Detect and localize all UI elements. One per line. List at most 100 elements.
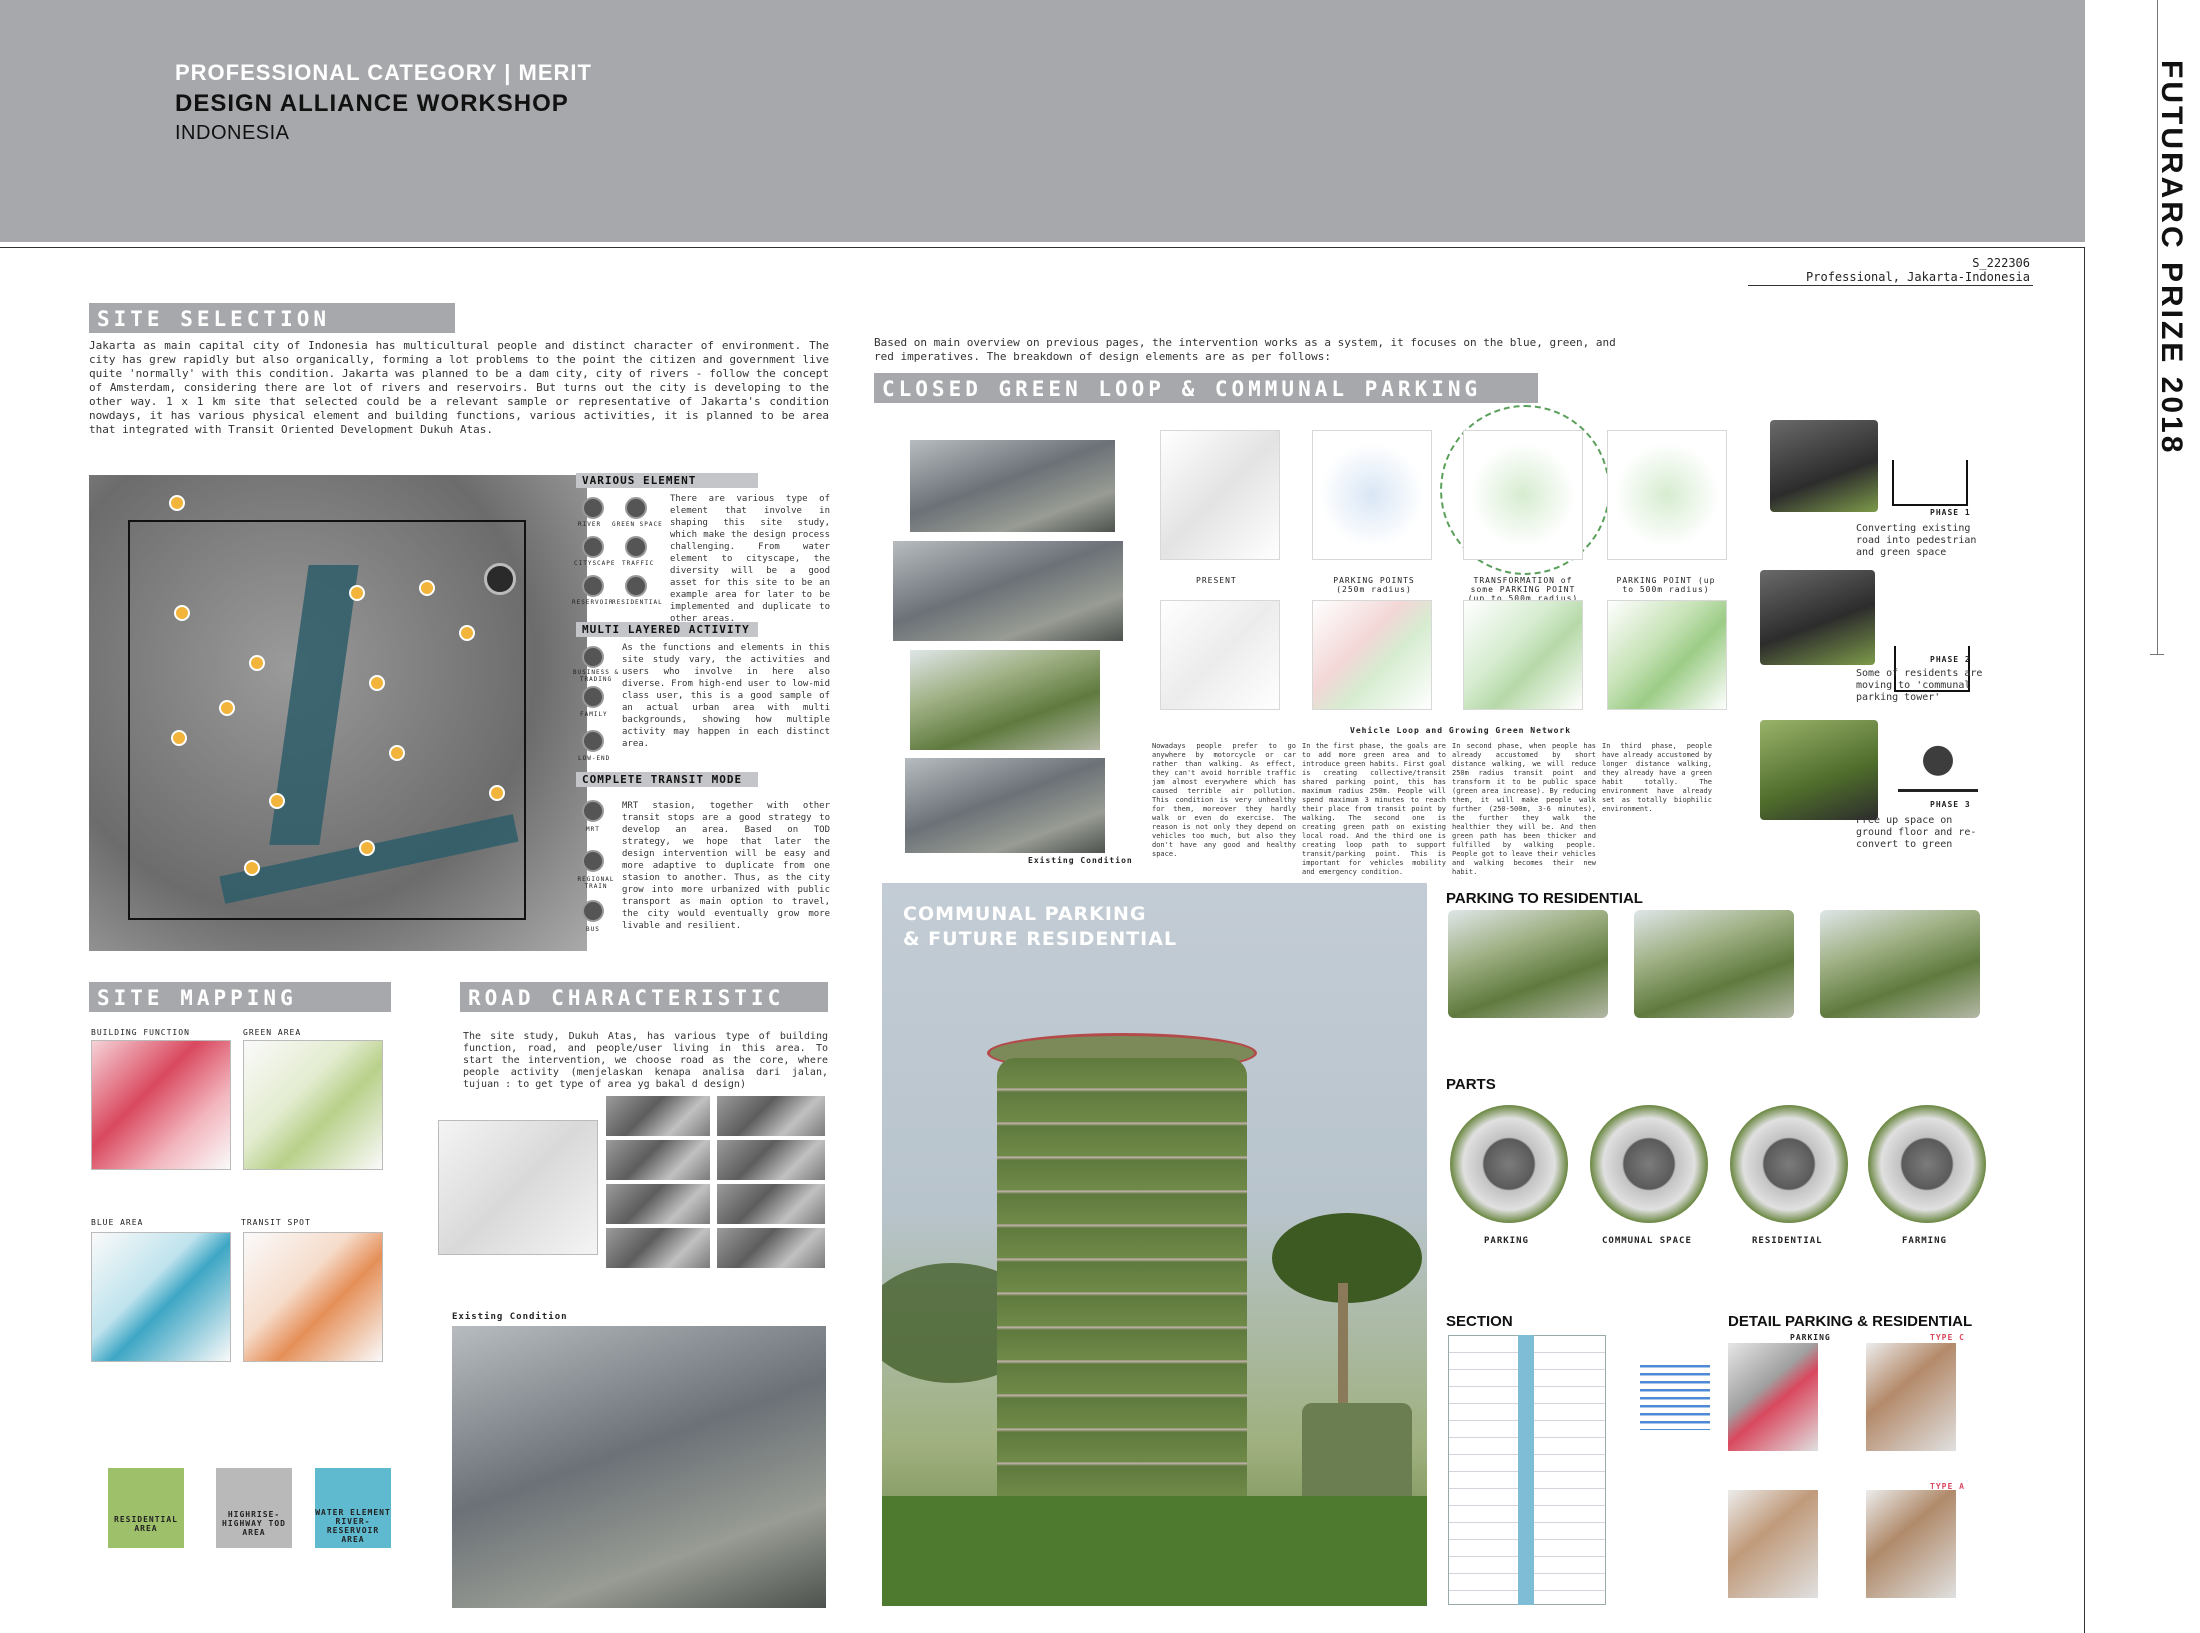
map-pin — [169, 495, 185, 511]
blue-area-map — [91, 1232, 231, 1362]
loop-map — [1463, 600, 1583, 710]
phase3-tree-icon — [1898, 742, 1978, 792]
transit-mode-text: MRT stasion, together with other transit… — [622, 801, 830, 931]
phase1-label: PHASE 1 — [1930, 508, 1971, 517]
parts-label-farming: FARMING — [1902, 1236, 1947, 1246]
parts-heading: PARTS — [1446, 1076, 1496, 1093]
multi-layered-heading: MULTI LAYERED ACTIVITY — [576, 622, 758, 637]
loop-map — [1312, 600, 1432, 710]
closed-loop-col3: In second phase, when people has already… — [1452, 742, 1596, 876]
multi-layered-text: As the functions and elements in this si… — [622, 643, 830, 749]
road-photo — [606, 1096, 710, 1136]
map-label-parking-500: PARKING POINT (up to 500m radius) — [1616, 576, 1716, 594]
site-selection-heading: SITE SELECTION — [89, 303, 455, 333]
tower-model — [1634, 910, 1794, 1018]
water-area-label: WATER ELEMENT RIVER-RESERVOIR AREA — [315, 1508, 391, 1544]
phase3-block — [1760, 720, 1878, 820]
existing-photo — [893, 541, 1123, 641]
parts-label-communal: COMMUNAL SPACE — [1602, 1236, 1692, 1246]
render-title-2: & FUTURE RESIDENTIAL — [903, 928, 1178, 950]
aerial-photo — [452, 1326, 826, 1608]
road-map — [438, 1120, 598, 1255]
road-photo — [717, 1184, 825, 1224]
phase1-text: Converting existing road into pedestrian… — [1856, 523, 1977, 558]
category-title: PROFESSIONAL CATEGORY | MERIT — [175, 60, 592, 85]
icon-label-residential: RESIDENTIAL — [612, 599, 663, 606]
loop-map — [1607, 600, 1727, 710]
side-title-text: FUTURARC PRIZE 2018 — [2155, 60, 2188, 456]
section-legend — [1640, 1365, 1710, 1430]
phase1-house-icon — [1892, 460, 1968, 506]
submission-rule — [1748, 285, 2033, 286]
map-label-transform: TRANSFORMATION of some PARKING POINT (up… — [1467, 576, 1579, 603]
existing-photo — [905, 758, 1105, 853]
parking-floor-plan — [1450, 1105, 1568, 1223]
firm-title: DESIGN ALLIANCE WORKSHOP — [175, 90, 569, 117]
type-c-detail — [1866, 1343, 1956, 1451]
lawn — [882, 1496, 1427, 1606]
green-area-map — [243, 1040, 383, 1170]
tower-model — [1820, 910, 1980, 1018]
low-end-icon — [582, 730, 604, 752]
submission-label: Professional, Jakarta-Indonesia — [1806, 270, 2030, 284]
section-core — [1518, 1335, 1534, 1605]
side-title: FUTURARC PRIZE 2018 — [2148, 60, 2200, 455]
closed-loop-existing-label: Existing Condition — [1028, 856, 1133, 865]
map-label-green: GREEN AREA — [243, 1028, 302, 1037]
road-photo — [606, 1184, 710, 1224]
existing-photo — [910, 440, 1115, 532]
reservoir-icon — [582, 575, 604, 597]
road-photo — [717, 1228, 825, 1268]
detail-label-type-c: TYPE C — [1930, 1333, 1965, 1342]
type-a-detail — [1866, 1490, 1956, 1598]
existing-photo — [910, 650, 1100, 750]
map-label-transit: TRANSIT SPOT — [241, 1218, 311, 1227]
closed-loop-col2: In the first phase, the goals are to add… — [1302, 742, 1446, 876]
map-parking-500 — [1607, 430, 1727, 560]
phase3-label: PHASE 3 — [1930, 800, 1971, 809]
bus-icon — [582, 900, 604, 922]
various-element-heading: VARIOUS ELEMENT — [576, 473, 758, 488]
residential-icon — [625, 575, 647, 597]
icon-label-river: RIVER — [578, 521, 602, 528]
site-selection-text: Jakarta as main capital city of Indonesi… — [89, 339, 829, 436]
closed-loop-col1: Nowadays people prefer to go anywhere by… — [1152, 742, 1296, 858]
various-element-text: There are various type of element that i… — [670, 494, 830, 624]
icon-label-traffic: TRAFFIC — [622, 560, 655, 567]
residential-floor-plan — [1730, 1105, 1848, 1223]
parking-detail — [1728, 1343, 1818, 1451]
business-icon — [582, 646, 604, 668]
road-characteristic-heading: ROAD CHARACTERISTIC — [460, 982, 828, 1012]
closed-loop-heading: CLOSED GREEN LOOP & COMMUNAL PARKING — [874, 373, 1538, 403]
icon-label-business: BUSINESS & TRADING — [572, 669, 620, 683]
tower-render — [882, 883, 1427, 1606]
road-photo — [606, 1228, 710, 1268]
phase2-label: PHASE 2 — [1930, 655, 1971, 664]
map-label-present: PRESENT — [1196, 576, 1237, 585]
map-label-parking: PARKING POINTS (250m radius) — [1333, 576, 1415, 594]
icon-label-reservoir: RESERVOIR — [572, 599, 614, 606]
map-label-blue: BLUE AREA — [91, 1218, 144, 1227]
closed-loop-col4: In third phase, people have already accu… — [1602, 742, 1712, 813]
map-present — [1160, 430, 1280, 560]
type-b-detail — [1728, 1490, 1818, 1598]
river-icon — [582, 497, 604, 519]
transit-mode-heading: COMPLETE TRANSIT MODE — [576, 772, 758, 787]
render-title-1: COMMUNAL PARKING — [903, 903, 1147, 925]
icon-label-low-end: LOW-END — [578, 755, 611, 762]
tower-model — [1448, 910, 1608, 1018]
detail-label-parking: PARKING — [1790, 1333, 1831, 1342]
map-transformation — [1463, 430, 1583, 560]
parts-label-residential: RESIDENTIAL — [1752, 1236, 1823, 1246]
cityscape-icon — [582, 536, 604, 558]
green-space-icon — [625, 497, 647, 519]
phase2-block — [1760, 570, 1875, 665]
detail-heading: DETAIL PARKING & RESIDENTIAL — [1728, 1313, 1973, 1330]
icon-label-family: FAMILY — [580, 711, 608, 718]
side-tick — [2150, 654, 2164, 655]
traffic-icon — [625, 536, 647, 558]
icon-label-mrt: MRT — [586, 826, 600, 833]
building-function-map — [91, 1040, 231, 1170]
parts-label-parking: PARKING — [1484, 1236, 1529, 1246]
intro-text: Based on main overview on previous pages… — [874, 336, 1616, 363]
